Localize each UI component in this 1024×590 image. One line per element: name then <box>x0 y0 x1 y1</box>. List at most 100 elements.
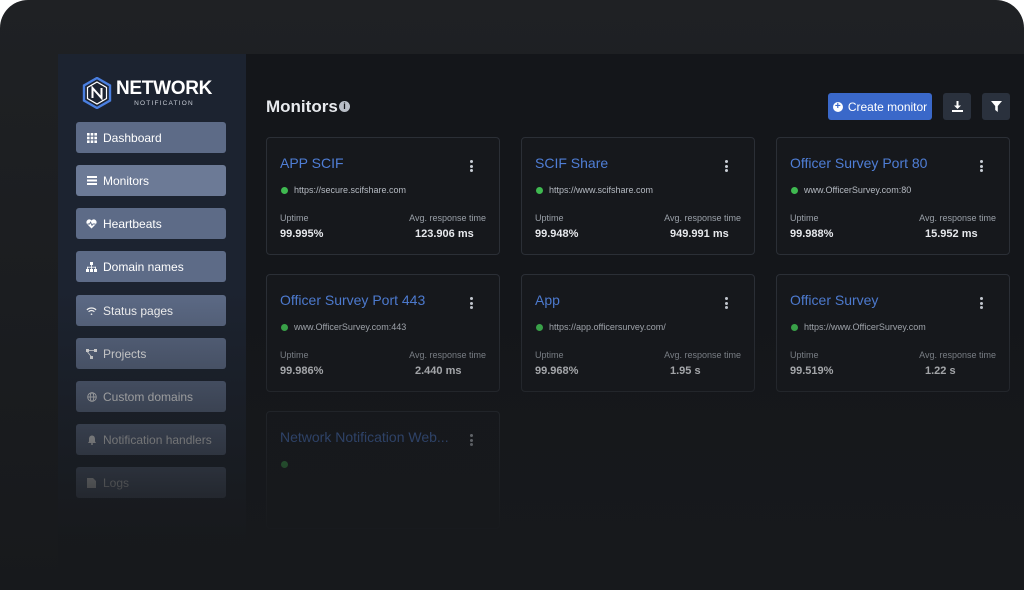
brand-subtitle: NOTIFICATION <box>134 100 194 107</box>
response-label: Avg. response time <box>664 350 741 360</box>
sidebar-item-projects[interactable]: Projects <box>76 338 226 369</box>
sidebar-item-domain-names[interactable]: Domain names <box>76 251 226 282</box>
monitor-card[interactable]: APP SCIF https://secure.scifshare.com Up… <box>266 137 500 255</box>
monitor-card[interactable]: SCIF Share https://www.scifshare.com Upt… <box>521 137 755 255</box>
download-button[interactable] <box>943 93 971 120</box>
response-label: Avg. response time <box>409 350 486 360</box>
status-up-icon <box>281 324 288 331</box>
bell-icon <box>86 434 97 445</box>
grid-icon <box>86 132 97 143</box>
device-frame: NETWORK NOTIFICATION Dashboard Monitors <box>0 0 1024 590</box>
sidebar-item-label: Status pages <box>103 303 174 318</box>
response-value: 2.440 ms <box>415 365 462 377</box>
brand-title: NETWORK <box>116 78 213 99</box>
project-diagram-icon <box>86 348 97 359</box>
status-up-icon <box>281 187 288 194</box>
status-up-icon <box>536 187 543 194</box>
uptime-value: 99.948% <box>535 228 579 240</box>
wifi-icon <box>86 305 97 316</box>
monitor-name[interactable]: Officer Survey <box>790 292 878 308</box>
app-window: NETWORK NOTIFICATION Dashboard Monitors <box>58 54 1024 590</box>
monitor-card[interactable]: Network Notification Web... <box>266 411 500 529</box>
response-value: 949.991 ms <box>670 228 729 240</box>
uptime-value: 99.988% <box>790 228 834 240</box>
monitor-url: www.OfficerSurvey.com:443 <box>294 322 407 332</box>
monitor-url: https://secure.scifshare.com <box>294 185 407 195</box>
uptime-value: 99.968% <box>535 365 579 377</box>
uptime-value: 99.995% <box>280 228 324 240</box>
uptime-value: 99.519% <box>790 365 834 377</box>
sidebar-item-logs[interactable]: Logs <box>76 467 226 498</box>
sidebar: NETWORK NOTIFICATION Dashboard Monitors <box>58 54 246 590</box>
sitemap-icon <box>86 261 97 272</box>
kebab-menu-icon[interactable] <box>980 160 983 172</box>
kebab-menu-icon[interactable] <box>725 160 728 172</box>
heart-icon <box>86 218 97 229</box>
uptime-label: Uptime <box>280 213 309 223</box>
monitor-url: https://app.officersurvey.com/ <box>549 322 666 332</box>
filter-button[interactable] <box>982 93 1010 120</box>
brand-logo[interactable]: NETWORK NOTIFICATION <box>82 76 212 110</box>
monitor-name[interactable]: APP SCIF <box>280 155 344 171</box>
response-value: 1.22 s <box>925 365 956 377</box>
monitor-name[interactable]: Network Notification Web... <box>280 429 449 445</box>
monitor-name[interactable]: SCIF Share <box>535 155 608 171</box>
sidebar-item-label: Projects <box>103 346 147 361</box>
monitor-url: www.OfficerSurvey.com:80 <box>804 185 912 195</box>
monitor-card[interactable]: Officer Survey Port 80 www.OfficerSurvey… <box>776 137 1010 255</box>
download-icon <box>951 101 963 112</box>
monitor-url: https://www.scifshare.com <box>549 185 654 195</box>
sidebar-item-notification-handlers[interactable]: Notification handlers <box>76 424 226 455</box>
response-value: 123.906 ms <box>415 228 474 240</box>
sidebar-item-heartbeats[interactable]: Heartbeats <box>76 208 226 239</box>
kebab-menu-icon[interactable] <box>470 434 473 446</box>
status-up-icon <box>791 187 798 194</box>
sidebar-item-label: Domain names <box>103 259 184 274</box>
sidebar-item-label: Notification handlers <box>103 432 212 447</box>
kebab-menu-icon[interactable] <box>470 160 473 172</box>
monitor-url: https://www.OfficerSurvey.com <box>804 322 926 332</box>
response-label: Avg. response time <box>919 213 996 223</box>
uptime-label: Uptime <box>790 350 819 360</box>
sidebar-item-dashboard[interactable]: Dashboard <box>76 122 226 153</box>
sidebar-item-label: Logs <box>103 475 130 490</box>
response-label: Avg. response time <box>664 213 741 223</box>
sidebar-item-label: Dashboard <box>103 130 162 145</box>
monitor-name[interactable]: App <box>535 292 560 308</box>
uptime-label: Uptime <box>790 213 819 223</box>
response-label: Avg. response time <box>919 350 996 360</box>
monitor-name[interactable]: Officer Survey Port 443 <box>280 292 425 308</box>
main-content: Monitors i + Create monitor APP SCIF htt… <box>246 54 1024 590</box>
create-monitor-label: Create monitor <box>847 99 928 114</box>
uptime-label: Uptime <box>280 350 309 360</box>
sidebar-item-status-pages[interactable]: Status pages <box>76 295 226 326</box>
response-value: 1.95 s <box>670 365 701 377</box>
status-up-icon <box>536 324 543 331</box>
sidebar-item-monitors[interactable]: Monitors <box>76 165 226 196</box>
status-up-icon <box>791 324 798 331</box>
sidebar-item-custom-domains[interactable]: Custom domains <box>76 381 226 412</box>
create-monitor-button[interactable]: + Create monitor <box>828 93 932 120</box>
monitor-card[interactable]: App https://app.officersurvey.com/ Uptim… <box>521 274 755 392</box>
filter-icon <box>990 101 1002 112</box>
file-icon <box>86 477 97 488</box>
kebab-menu-icon[interactable] <box>980 297 983 309</box>
info-icon[interactable]: i <box>339 101 350 112</box>
kebab-menu-icon[interactable] <box>725 297 728 309</box>
response-label: Avg. response time <box>409 213 486 223</box>
monitor-card[interactable]: Officer Survey https://www.OfficerSurvey… <box>776 274 1010 392</box>
uptime-label: Uptime <box>535 213 564 223</box>
status-up-icon <box>281 461 288 468</box>
monitor-name[interactable]: Officer Survey Port 80 <box>790 155 927 171</box>
list-icon <box>86 175 97 186</box>
monitor-card[interactable]: Officer Survey Port 443 www.OfficerSurve… <box>266 274 500 392</box>
plus-circle-icon: + <box>832 101 843 112</box>
uptime-value: 99.986% <box>280 365 324 377</box>
sidebar-item-label: Monitors <box>103 173 150 188</box>
uptime-label: Uptime <box>535 350 564 360</box>
response-value: 15.952 ms <box>925 228 978 240</box>
sidebar-item-label: Heartbeats <box>103 216 162 231</box>
kebab-menu-icon[interactable] <box>470 297 473 309</box>
globe-icon <box>86 391 97 402</box>
sidebar-item-label: Custom domains <box>103 389 194 404</box>
